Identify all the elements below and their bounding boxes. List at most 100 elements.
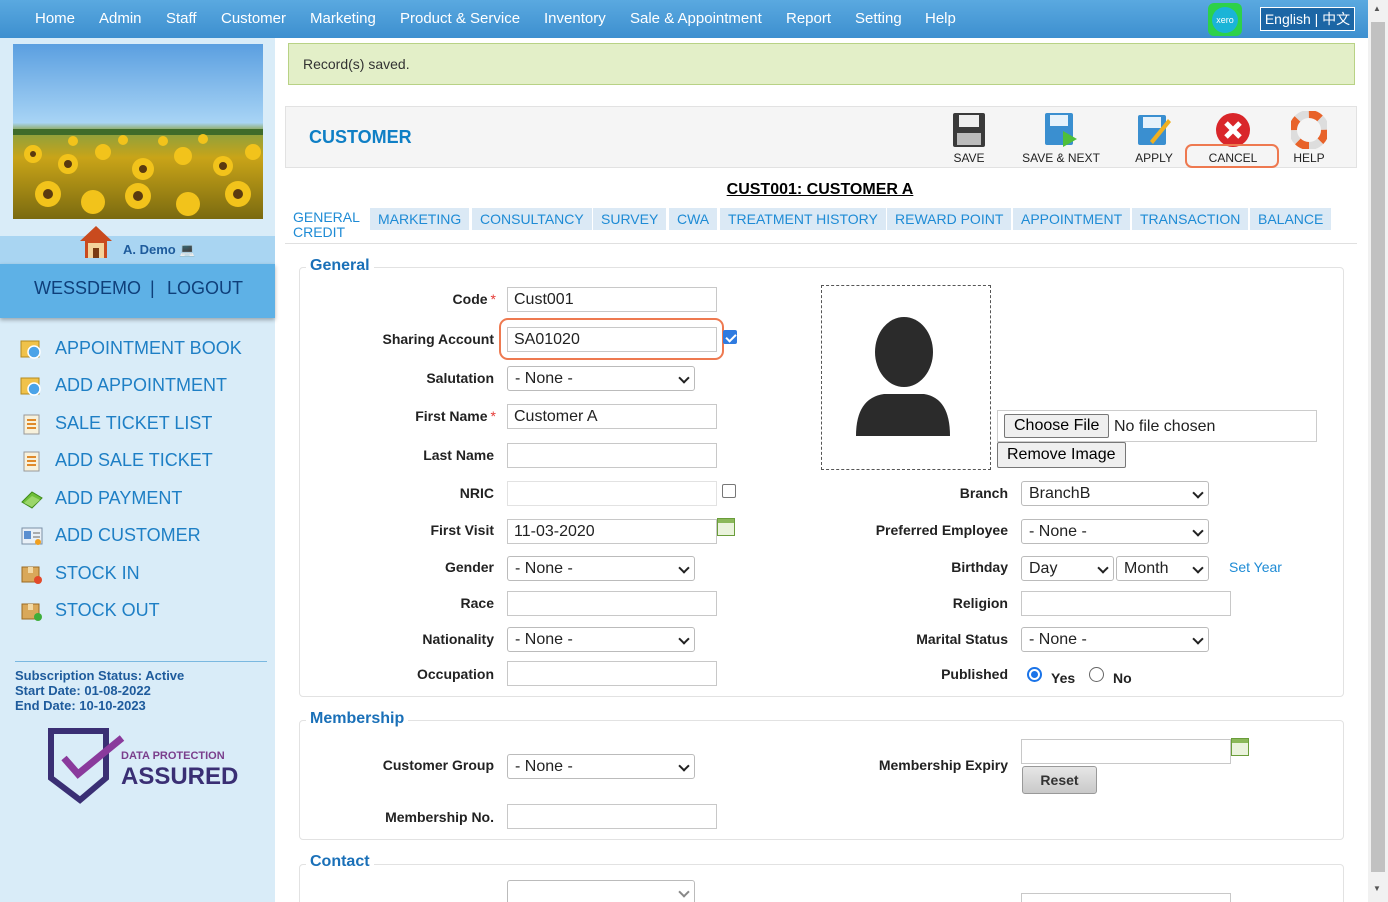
tab-balance[interactable]: BALANCE	[1250, 208, 1332, 230]
subscription-end-date: End Date: 10-10-2023	[15, 698, 146, 713]
birthday-month-select[interactable]: Month	[1116, 556, 1209, 581]
apply-label: APPLY	[1135, 151, 1173, 165]
membership-expiry-label: Membership Expiry	[878, 757, 1008, 773]
published-no-radio[interactable]	[1089, 667, 1104, 682]
customer-photo	[821, 285, 991, 470]
nav-home[interactable]: Home	[35, 10, 75, 27]
language-switcher[interactable]: English | 中文	[1260, 7, 1355, 31]
nav-product-service[interactable]: Product & Service	[400, 10, 520, 27]
sharing-account-checkbox[interactable]	[723, 330, 737, 344]
add-sale-ticket-icon	[23, 451, 40, 472]
calendar-icon[interactable]	[717, 518, 735, 536]
lang-english[interactable]: English	[1265, 11, 1311, 27]
race-field[interactable]	[507, 591, 717, 616]
occupation-label: Occupation	[416, 666, 494, 682]
nationality-select[interactable]: - None -	[507, 627, 695, 652]
gender-select[interactable]: - None -	[507, 556, 695, 581]
save-button[interactable]: SAVE	[948, 111, 990, 165]
tab-marketing[interactable]: MARKETING	[370, 208, 470, 230]
branch-select[interactable]: BranchB	[1021, 481, 1209, 506]
apply-icon	[1138, 115, 1171, 145]
nav-help[interactable]: Help	[925, 10, 956, 27]
preferred-employee-label: Preferred Employee	[875, 522, 1008, 538]
occupation-field[interactable]	[507, 661, 717, 686]
reset-button[interactable]: Reset	[1022, 766, 1097, 794]
tab-survey[interactable]: SURVEY	[593, 208, 667, 230]
scroll-up-icon[interactable]: ▲	[1373, 4, 1381, 13]
customer-group-select[interactable]: - None -	[507, 754, 695, 779]
page-title: CUSTOMER	[309, 127, 412, 147]
account-bar: WESSDEMO | LOGOUT	[0, 264, 275, 318]
add-customer-icon	[21, 527, 43, 545]
help-button[interactable]: HELP	[1286, 111, 1332, 165]
tab-consultancy[interactable]: CONSULTANCY	[472, 208, 592, 230]
tab-treatment-history[interactable]: TREATMENT HISTORY	[720, 208, 886, 230]
marital-status-label: Marital Status	[916, 631, 1008, 647]
nav-report[interactable]: Report	[786, 10, 831, 27]
set-year-link[interactable]: Set Year	[1229, 559, 1282, 575]
nav-marketing[interactable]: Marketing	[310, 10, 376, 27]
nav-sale-appointment[interactable]: Sale & Appointment	[630, 10, 762, 27]
scroll-down-icon[interactable]: ▼	[1373, 884, 1381, 893]
tab-cwa[interactable]: CWA	[669, 208, 718, 230]
nav-admin[interactable]: Admin	[99, 10, 142, 27]
vertical-scrollbar[interactable]: ▲ ▼	[1368, 0, 1388, 902]
apply-button[interactable]: APPLY	[1131, 111, 1177, 165]
contact-field[interactable]	[1021, 893, 1231, 902]
nav-customer[interactable]: Customer	[221, 10, 286, 27]
contact-select[interactable]	[507, 880, 695, 902]
nav-inventory[interactable]: Inventory	[544, 10, 606, 27]
chevron-down-icon	[1192, 487, 1204, 499]
calendar-icon[interactable]	[1231, 738, 1249, 756]
computer-icon: 💻	[179, 242, 196, 257]
lifebuoy-help-icon	[1291, 111, 1327, 149]
file-input[interactable]: Choose File No file chosen	[997, 410, 1317, 442]
save-next-label: SAVE & NEXT	[1022, 151, 1100, 165]
nric-checkbox[interactable]	[722, 484, 736, 498]
data-protection-badge: DATA PROTECTION ASSURED	[48, 728, 238, 808]
nric-field[interactable]	[507, 481, 717, 506]
tab-general-credit[interactable]: GENERAL CREDIT	[285, 208, 365, 244]
shield-check-icon	[48, 728, 125, 804]
add-payment-icon	[21, 491, 43, 509]
nric-label: NRIC	[459, 485, 494, 501]
remove-image-button[interactable]: Remove Image	[997, 442, 1126, 468]
sidebar-item-label: ADD APPOINTMENT	[55, 375, 228, 395]
last-name-field[interactable]	[507, 443, 717, 468]
contact-legend: Contact	[306, 853, 374, 871]
chevron-down-icon	[678, 633, 690, 645]
lang-chinese[interactable]: 中文	[1322, 11, 1350, 27]
marital-status-select[interactable]: - None -	[1021, 627, 1209, 652]
subscription-status: Subscription Status: Active	[15, 668, 185, 683]
preferred-employee-select[interactable]: - None -	[1021, 519, 1209, 544]
first-visit-field[interactable]: 11-03-2020	[507, 519, 717, 544]
religion-field[interactable]	[1021, 591, 1231, 616]
tab-transaction[interactable]: TRANSACTION	[1132, 208, 1249, 230]
nav-staff[interactable]: Staff	[166, 10, 197, 27]
chevron-down-icon	[678, 562, 690, 574]
religion-label: Religion	[952, 595, 1008, 611]
membership-expiry-field[interactable]	[1021, 739, 1231, 764]
choose-file-button[interactable]: Choose File	[1004, 414, 1110, 438]
code-field[interactable]: Cust001	[507, 287, 717, 312]
xero-button[interactable]: xero	[1208, 3, 1242, 36]
sidebar-item-label: STOCK OUT	[55, 600, 160, 620]
account-link[interactable]: WESSDEMO	[34, 278, 141, 299]
scrollbar-thumb[interactable]	[1371, 22, 1385, 872]
published-yes-radio[interactable]	[1027, 667, 1042, 682]
save-next-button[interactable]: SAVE & NEXT	[1016, 111, 1106, 165]
published-label: Published	[941, 666, 1008, 682]
sidebar-item-label: ADD CUSTOMER	[55, 525, 201, 545]
subscription-start-date: Start Date: 01-08-2022	[15, 683, 151, 698]
logout-link[interactable]: LOGOUT	[167, 278, 243, 299]
tab-appointment[interactable]: APPOINTMENT	[1013, 208, 1131, 230]
first-name-field[interactable]: Customer A	[507, 404, 717, 429]
membership-no-field[interactable]	[507, 804, 717, 829]
nationality-label: Nationality	[422, 631, 494, 647]
birthday-day-select[interactable]: Day	[1021, 556, 1114, 581]
published-yes-label: Yes	[1051, 670, 1076, 686]
user-name: A. Demo 💻	[123, 242, 196, 257]
salutation-select[interactable]: - None -	[507, 366, 695, 391]
tab-reward-point[interactable]: REWARD POINT	[887, 208, 1012, 230]
nav-setting[interactable]: Setting	[855, 10, 902, 27]
